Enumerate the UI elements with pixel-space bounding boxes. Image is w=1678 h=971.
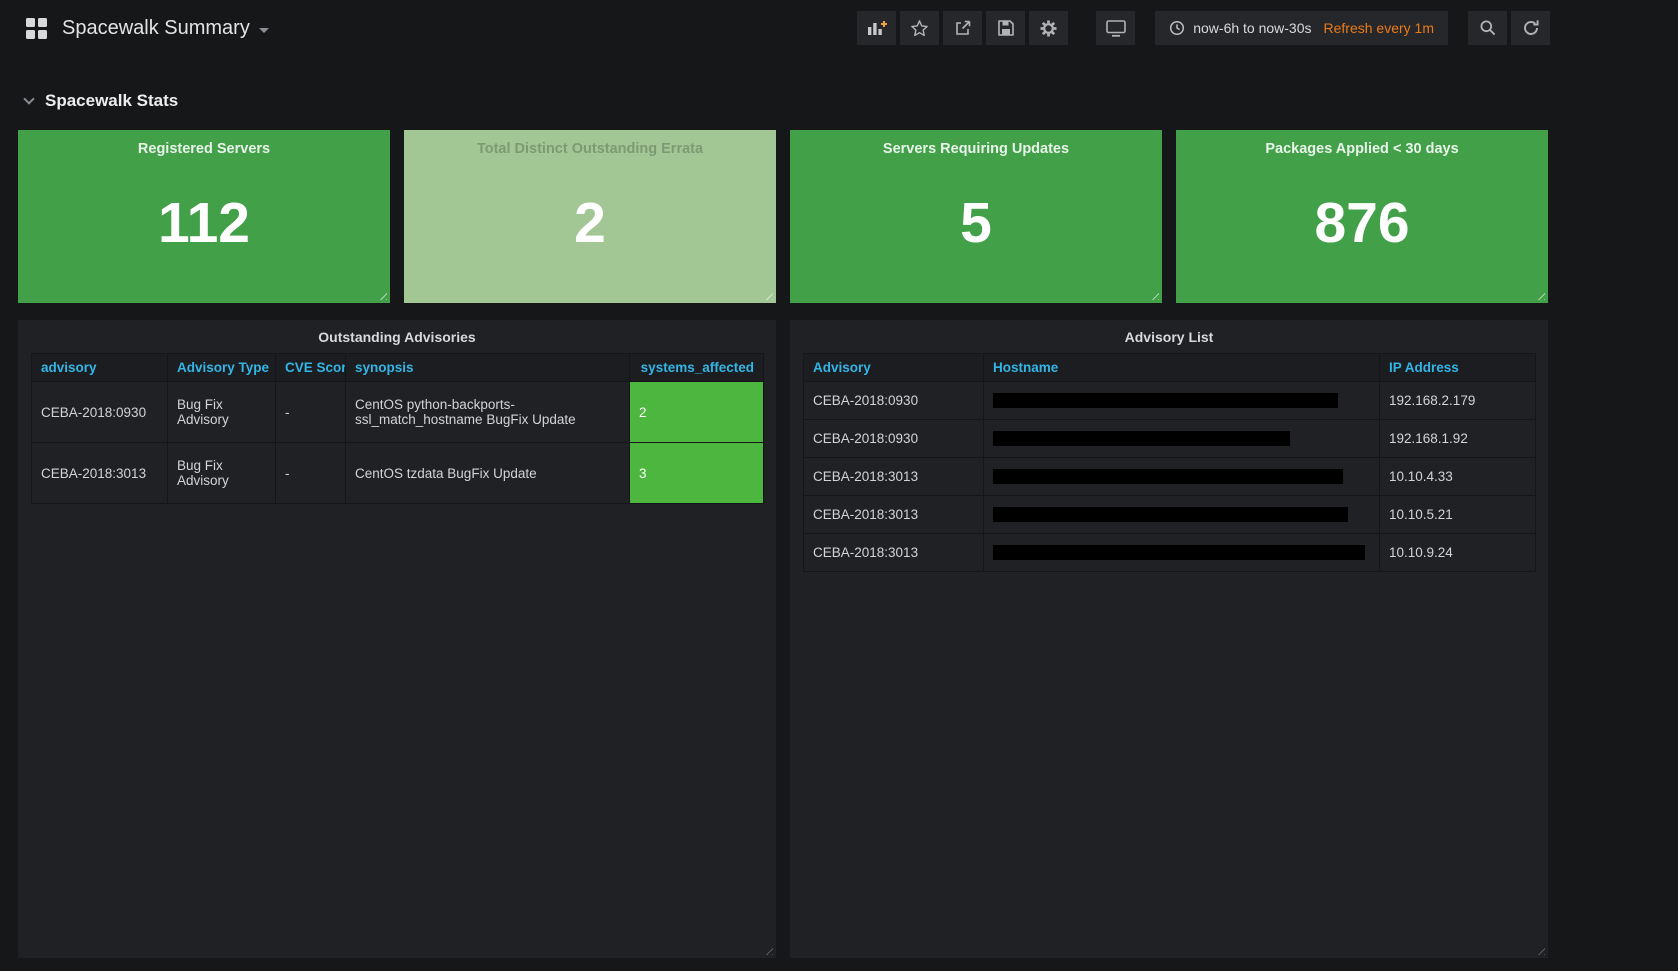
caret-down-icon	[258, 27, 269, 33]
cell-advisory: CEBA-2018:3013	[803, 457, 984, 496]
cell-ip-address: 10.10.9.24	[1379, 533, 1536, 572]
column-header-advisory[interactable]: advisory	[31, 353, 168, 382]
stat-panel-title[interactable]: Registered Servers	[18, 141, 390, 157]
dashboard-grid-logo-icon[interactable]	[26, 17, 47, 39]
save-button[interactable]	[986, 11, 1026, 45]
cell-ip-address: 10.10.5.21	[1379, 495, 1536, 534]
cell-hostname	[983, 457, 1380, 496]
table-header-row: advisory Advisory Type CVE Score synopsi…	[31, 353, 764, 382]
cell-advisory: CEBA-2018:0930	[803, 419, 984, 458]
resize-handle[interactable]	[1535, 945, 1545, 955]
bar-chart-plus-icon	[867, 21, 887, 35]
settings-button[interactable]	[1029, 11, 1069, 45]
stat-panel-title[interactable]: Packages Applied < 30 days	[1176, 141, 1548, 157]
add-panel-button[interactable]	[857, 11, 897, 45]
column-header-cve-score[interactable]: CVE Score	[275, 353, 346, 382]
star-icon	[911, 19, 929, 36]
zoom-out-button[interactable]	[1468, 11, 1507, 45]
magnifier-icon	[1480, 20, 1495, 36]
cell-ip-address: 192.168.2.179	[1379, 381, 1536, 420]
stat-panel-outstanding-errata: Total Distinct Outstanding Errata 2	[404, 130, 776, 303]
cell-advisory: CEBA-2018:3013	[803, 533, 984, 572]
panel-outstanding-advisories: Outstanding Advisories advisory Advisory…	[18, 320, 776, 958]
redacted-hostname-bar	[993, 393, 1338, 408]
share-button[interactable]	[943, 11, 983, 45]
cell-advisory-type: Bug Fix Advisory	[167, 381, 276, 443]
cell-advisory: CEBA-2018:3013	[803, 495, 984, 534]
star-button[interactable]	[900, 11, 940, 45]
panel-advisory-list: Advisory List Advisory Hostname IP Addre…	[790, 320, 1548, 958]
table-row: CEBA-2018:3013 Bug Fix Advisory - CentOS…	[31, 442, 764, 504]
time-range-button[interactable]: now-6h to now-30s Refresh every 1m	[1155, 11, 1448, 45]
table-row: CEBA-2018:0930 192.168.1.92	[803, 419, 1536, 458]
cell-hostname	[983, 381, 1380, 420]
cell-synopsis: CentOS tzdata BugFix Update	[345, 442, 630, 504]
cell-ip-address: 192.168.1.92	[1379, 419, 1536, 458]
monitor-icon	[1105, 19, 1126, 37]
stat-panel-servers-requiring-updates: Servers Requiring Updates 5	[790, 130, 1162, 303]
clock-icon	[1170, 20, 1185, 36]
navbar: Spacewalk Summary now-6h to now-30s Refr…	[0, 0, 1678, 56]
dashboard-title-dropdown[interactable]: Spacewalk Summary	[62, 17, 269, 40]
row-title: Spacewalk Stats	[45, 91, 179, 110]
table-row: CEBA-2018:3013 10.10.5.21	[803, 495, 1536, 534]
page-title: Spacewalk Summary	[62, 16, 250, 39]
floppy-disk-icon	[997, 20, 1014, 36]
stat-value: 112	[158, 191, 250, 255]
column-header-synopsis[interactable]: synopsis	[345, 353, 630, 382]
cell-ip-address: 10.10.4.33	[1379, 457, 1536, 496]
stat-panel-packages-applied: Packages Applied < 30 days 876	[1176, 130, 1548, 303]
cell-advisory: CEBA-2018:0930	[31, 381, 168, 443]
stat-panel-title[interactable]: Total Distinct Outstanding Errata	[404, 141, 776, 157]
resize-handle[interactable]	[763, 945, 773, 955]
table-row: CEBA-2018:0930 192.168.2.179	[803, 381, 1536, 420]
cell-systems-affected: 2	[629, 381, 764, 443]
redacted-hostname-bar	[993, 431, 1290, 446]
cell-advisory-type: Bug Fix Advisory	[167, 442, 276, 504]
column-header-advisory-type[interactable]: Advisory Type	[167, 353, 276, 382]
panel-title[interactable]: Advisory List	[790, 320, 1548, 353]
chevron-down-icon	[23, 92, 35, 105]
stat-value: 876	[1314, 191, 1410, 255]
cell-synopsis: CentOS python-backports-ssl_match_hostna…	[345, 381, 630, 443]
share-icon	[955, 20, 971, 35]
refresh-button[interactable]	[1511, 11, 1550, 45]
column-header-advisory[interactable]: Advisory	[803, 353, 984, 382]
cell-advisory: CEBA-2018:3013	[31, 442, 168, 504]
gear-icon	[1040, 20, 1057, 36]
redacted-hostname-bar	[993, 507, 1348, 522]
cell-advisory: CEBA-2018:0930	[803, 381, 984, 420]
cell-systems-affected: 3	[629, 442, 764, 504]
stat-value: 2	[574, 191, 606, 255]
table-row: CEBA-2018:3013 10.10.4.33	[803, 457, 1536, 496]
table-header-row: Advisory Hostname IP Address	[803, 353, 1536, 382]
dashboard-row-toggle[interactable]: Spacewalk Stats	[23, 91, 179, 111]
stat-value: 5	[960, 191, 992, 255]
outstanding-advisories-table: advisory Advisory Type CVE Score synopsi…	[31, 353, 764, 504]
cell-cve-score: -	[275, 442, 346, 504]
column-header-ip-address[interactable]: IP Address	[1379, 353, 1536, 382]
cell-cve-score: -	[275, 381, 346, 443]
tv-mode-button[interactable]	[1096, 11, 1136, 45]
column-header-hostname[interactable]: Hostname	[983, 353, 1380, 382]
redacted-hostname-bar	[993, 469, 1343, 484]
redacted-hostname-bar	[993, 545, 1365, 560]
column-header-systems-affected[interactable]: systems_affected	[629, 353, 764, 382]
panel-title[interactable]: Outstanding Advisories	[18, 320, 776, 353]
table-row: CEBA-2018:0930 Bug Fix Advisory - CentOS…	[31, 381, 764, 443]
cell-hostname	[983, 495, 1380, 534]
time-range-label: now-6h to now-30s	[1193, 20, 1312, 36]
circular-arrow-icon	[1523, 20, 1539, 35]
stat-panel-registered-servers: Registered Servers 112	[18, 130, 390, 303]
refresh-interval-label: Refresh every 1m	[1323, 20, 1434, 36]
table-row: CEBA-2018:3013 10.10.9.24	[803, 533, 1536, 572]
cell-hostname	[983, 419, 1380, 458]
stat-panel-title[interactable]: Servers Requiring Updates	[790, 141, 1162, 157]
advisory-list-table: Advisory Hostname IP Address CEBA-2018:0…	[803, 353, 1536, 572]
cell-hostname	[983, 533, 1380, 572]
